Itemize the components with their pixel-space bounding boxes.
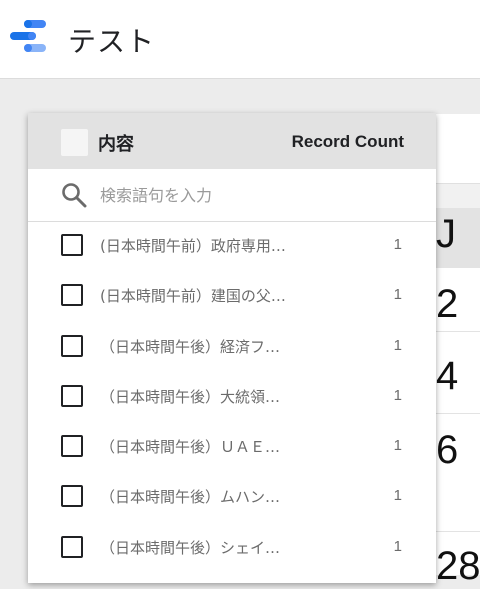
table-cell-value: 4 [436,354,459,398]
table-cell-value: 2 [436,282,459,326]
item-label: （日本時間午後）大統領… [100,388,281,406]
data-studio-logo-icon[interactable] [10,18,50,54]
item-count: 1 [393,437,402,454]
table-cell-value: 6 [436,428,459,472]
item-count: 1 [393,337,402,354]
metric-label[interactable]: Record Count [292,132,404,152]
dropdown-header: 内容 Record Count [28,113,436,169]
filter-dropdown: 内容 Record Count (日本時間午前）政府専用… 1 (日本時間午前）… [28,113,436,583]
item-checkbox[interactable] [61,284,83,306]
item-count: 1 [393,236,402,253]
item-label: （日本時間午後）シェイ… [100,539,281,557]
item-checkbox[interactable] [61,536,83,558]
list-item[interactable]: （日本時間午後）大統領… 1 [28,373,436,423]
top-bar: テスト [0,0,480,79]
item-label: （日本時間午後）ＵＡＥ… [100,438,281,456]
item-checkbox[interactable] [61,485,83,507]
item-count: 1 [393,387,402,404]
table-header-text: J [436,212,456,256]
report-title[interactable]: テスト [68,20,155,60]
list-item[interactable]: （日本時間午後）シェイ… 1 [28,524,436,574]
item-label: (日本時間午前）政府専用… [100,237,286,255]
list-item[interactable]: (日本時間午前）政府専用… 1 [28,222,436,272]
list-item[interactable]: （日本時間午後）ＵＡＥ… 1 [28,423,436,473]
list-item[interactable]: （日本時間午後）経済フ… 1 [28,323,436,373]
item-checkbox[interactable] [61,385,83,407]
table-cell-value: 28 [436,544,480,588]
item-checkbox[interactable] [61,335,83,357]
list-item[interactable]: （日本時間午後）ムハン… 1 [28,473,436,523]
search-bar [28,169,436,222]
item-checkbox[interactable] [61,234,83,256]
item-label: (日本時間午前）建国の父… [100,287,286,305]
list-item[interactable]: (日本時間午前）建国の父… 1 [28,272,436,322]
search-input[interactable] [100,181,400,209]
item-count: 1 [393,487,402,504]
item-label: （日本時間午後）経済フ… [100,338,281,356]
item-checkbox[interactable] [61,435,83,457]
item-label: （日本時間午後）ムハン… [100,488,281,506]
item-count: 1 [393,286,402,303]
item-count: 1 [393,538,402,555]
dimension-label: 内容 [98,134,134,155]
select-all-checkbox[interactable] [61,129,88,156]
search-icon [62,183,87,208]
